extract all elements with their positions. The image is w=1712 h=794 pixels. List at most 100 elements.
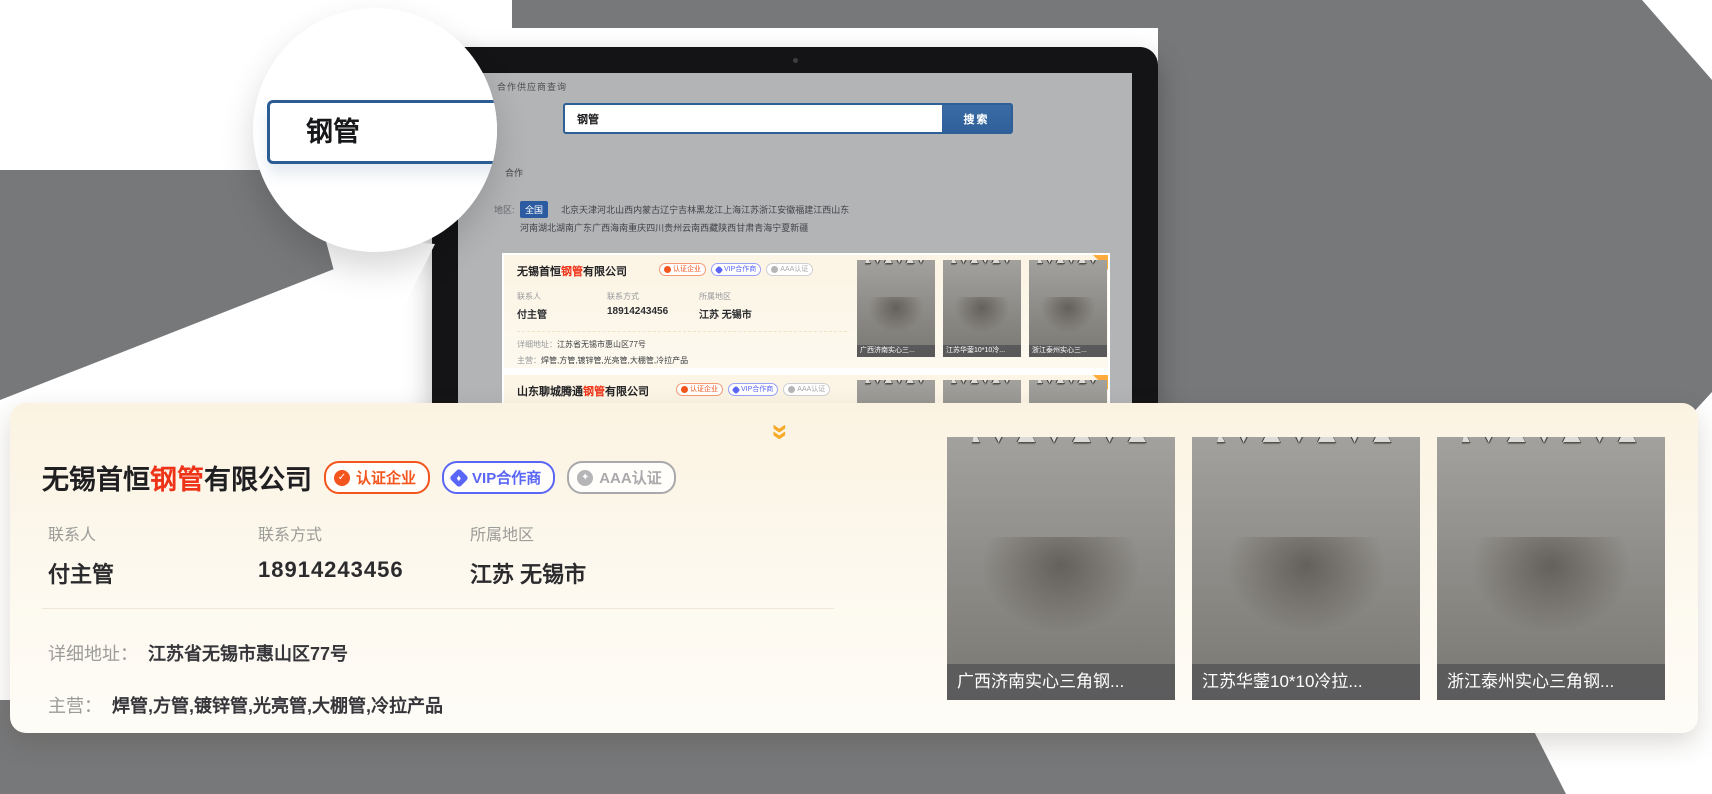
- main-products-line: 主营：焊管,方管,镀锌管,光亮管,大棚管,冷拉产品: [517, 355, 688, 366]
- address-line: 详细地址：江苏省无锡市惠山区77号: [517, 339, 646, 350]
- region-chip[interactable]: 海南: [610, 223, 628, 233]
- product-photo[interactable]: ▲▼▲▼▲▼▲▼▲▼▲▼▲▼▲▼▲▼▲▼▲▼▲▼▲▼▲▼▲▼▲▼▲▼▲▼▲▼▲▼…: [857, 260, 935, 357]
- region-chip[interactable]: 陕西: [718, 223, 736, 233]
- region-chip[interactable]: 贵州: [664, 223, 682, 233]
- region-field: 所属地区江苏 无锡市: [470, 521, 586, 589]
- divider: [517, 331, 847, 332]
- region-chip[interactable]: 天津: [579, 205, 597, 215]
- product-thumbs: ▲▼▲▼▲▼▲▼▲▼▲▼▲▼▲▼▲▼▲▼▲▼▲▼▲▼▲▼▲▼▲▼▲▼▲▼▲▼▲▼…: [857, 260, 1107, 357]
- vip-partner-badge: VIP合作商: [728, 383, 778, 396]
- webcam-dot: [793, 58, 798, 63]
- magnified-search-value: 钢管: [270, 103, 497, 161]
- product-photos: ▲▼▲▼▲▼▲▼▲▼▲▼▲▼▲▼▲▼▲▼▲▼▲▼▲▼▲▼▲▼▲▼▲▼▲▼▲▼▲▼…: [947, 437, 1665, 700]
- region-chip[interactable]: 湖南: [556, 223, 574, 233]
- medal-icon: [788, 386, 795, 393]
- steel-pipes-art: ▲▼▲▼▲▼▲▼▲▼▲▼▲▼▲▼▲▼▲▼▲▼▲▼▲▼▲▼▲▼▲▼▲▼▲▼▲▼▲▼…: [860, 260, 932, 309]
- partial-tab-label: 合作: [505, 166, 523, 179]
- region-row-1: 全国 北京天津河北山西内蒙古辽宁吉林黑龙江上海江苏浙江安徽福建江西山东: [520, 201, 849, 218]
- product-photo[interactable]: ▲▼▲▼▲▼▲▼▲▼▲▼▲▼▲▼▲▼▲▼▲▼▲▼▲▼▲▼▲▼▲▼▲▼▲▼▲▼▲▼…: [947, 437, 1175, 700]
- region-chip[interactable]: 新疆: [790, 223, 808, 233]
- contact-phone-field: 联系方式18914243456: [607, 291, 668, 317]
- main-products-line: 主营：焊管,方管,镀锌管,光亮管,大棚管,冷拉产品: [48, 692, 443, 718]
- vip-partner-badge: VIP合作商: [711, 263, 761, 276]
- company-name-link[interactable]: 无锡首恒钢管有限公司: [42, 458, 312, 497]
- region-chip[interactable]: 江苏: [741, 205, 759, 215]
- certified-icon: [664, 266, 671, 273]
- region-chips: 河南湖北湖南广东广西海南重庆四川贵州云南西藏陕西甘肃青海宁夏新疆: [520, 221, 808, 234]
- region-chip[interactable]: 青海: [754, 223, 772, 233]
- aaa-cert-badge: AAA认证: [766, 263, 813, 276]
- company-name-link[interactable]: 无锡首恒钢管有限公司: [517, 263, 627, 279]
- magnifier-bubble: 钢管: [253, 8, 497, 252]
- region-chip[interactable]: 山东: [831, 205, 849, 215]
- divider: [42, 608, 834, 609]
- product-photo[interactable]: ▲▼▲▼▲▼▲▼▲▼▲▼▲▼▲▼▲▼▲▼▲▼▲▼▲▼▲▼▲▼▲▼▲▼▲▼▲▼▲▼…: [1029, 260, 1107, 357]
- marketing-composite: 合作供应商查询 搜索 合作 地区: 全国 北京天津河北山西内蒙古辽宁吉林黑龙江上…: [0, 0, 1712, 794]
- aaa-cert-badge: ✦AAA认证: [567, 461, 676, 494]
- keyword-highlight: 钢管: [150, 465, 204, 495]
- keyword-highlight: 钢管: [561, 266, 583, 278]
- result-card-1[interactable]: 无锡首恒钢管有限公司 认证企业 VIP合作商 AAA认证 联系人付主管 联系方式…: [504, 255, 1108, 368]
- search-button[interactable]: 搜索: [942, 105, 1011, 132]
- steel-pipes-art: ▲▼▲▼▲▼▲▼▲▼▲▼▲▼▲▼▲▼▲▼▲▼▲▼▲▼▲▼▲▼▲▼▲▼▲▼▲▼▲▼…: [1032, 260, 1104, 309]
- region-chip[interactable]: 黑龙江: [696, 205, 723, 215]
- region-chips: 北京天津河北山西内蒙古辽宁吉林黑龙江上海江苏浙江安徽福建江西山东: [561, 203, 849, 216]
- medal-icon: [771, 266, 778, 273]
- hero-title-row: 无锡首恒钢管有限公司 ✓认证企业 ♦VIP合作商 ✦AAA认证: [42, 458, 676, 497]
- region-chip[interactable]: 内蒙古: [633, 205, 660, 215]
- region-chip[interactable]: 云南: [682, 223, 700, 233]
- certified-company-badge: 认证企业: [659, 263, 706, 276]
- region-chip[interactable]: 福建: [795, 205, 813, 215]
- steel-pipes-art: ▲▼▲▼▲▼▲▼▲▼▲▼▲▼▲▼▲▼▲▼▲▼▲▼▲▼▲▼▲▼▲▼▲▼▲▼▲▼▲▼…: [956, 437, 1166, 569]
- certified-icon: [681, 386, 688, 393]
- region-chip[interactable]: 重庆: [628, 223, 646, 233]
- contact-phone-field: 联系方式18914243456: [258, 521, 404, 583]
- badge-row: 认证企业 VIP合作商 AAA认证: [659, 263, 813, 276]
- product-photo[interactable]: ▲▼▲▼▲▼▲▼▲▼▲▼▲▼▲▼▲▼▲▼▲▼▲▼▲▼▲▼▲▼▲▼▲▼▲▼▲▼▲▼…: [1192, 437, 1420, 700]
- address-line: 详细地址：江苏省无锡市惠山区77号: [48, 640, 348, 666]
- region-chip[interactable]: 吉林: [678, 205, 696, 215]
- product-photo[interactable]: ▲▼▲▼▲▼▲▼▲▼▲▼▲▼▲▼▲▼▲▼▲▼▲▼▲▼▲▼▲▼▲▼▲▼▲▼▲▼▲▼…: [1437, 437, 1665, 700]
- region-chip[interactable]: 广西: [592, 223, 610, 233]
- steel-pipes-art: ▲▼▲▼▲▼▲▼▲▼▲▼▲▼▲▼▲▼▲▼▲▼▲▼▲▼▲▼▲▼▲▼▲▼▲▼▲▼▲▼…: [1201, 437, 1411, 569]
- region-row-2: 河南湖北湖南广东广西海南重庆四川贵州云南西藏陕西甘肃青海宁夏新疆: [520, 221, 808, 234]
- region-chip[interactable]: 宁夏: [772, 223, 790, 233]
- region-chip[interactable]: 广东: [574, 223, 592, 233]
- laptop-frame: 合作供应商查询 搜索 合作 地区: 全国 北京天津河北山西内蒙古辽宁吉林黑龙江上…: [432, 47, 1158, 437]
- page-title: 合作供应商查询: [497, 80, 567, 93]
- search-bar: 搜索: [563, 103, 1013, 134]
- region-chip[interactable]: 浙江: [759, 205, 777, 215]
- region-chip[interactable]: 安徽: [777, 205, 795, 215]
- region-chip[interactable]: 江西: [813, 205, 831, 215]
- steel-pipes-art: ▲▼▲▼▲▼▲▼▲▼▲▼▲▼▲▼▲▼▲▼▲▼▲▼▲▼▲▼▲▼▲▼▲▼▲▼▲▼▲▼…: [946, 260, 1018, 309]
- aaa-cert-badge: AAA认证: [783, 383, 830, 396]
- region-field: 所属地区江苏 无锡市: [699, 291, 752, 321]
- search-input[interactable]: [565, 105, 942, 132]
- magnified-search-input: 钢管: [267, 100, 497, 164]
- certified-check-icon: ✓: [334, 470, 350, 486]
- region-chip[interactable]: 西藏: [700, 223, 718, 233]
- region-chip[interactable]: 四川: [646, 223, 664, 233]
- region-chip[interactable]: 甘肃: [736, 223, 754, 233]
- region-chip[interactable]: 湖北: [538, 223, 556, 233]
- region-chip[interactable]: 北京: [561, 205, 579, 215]
- gem-icon: [732, 385, 740, 393]
- product-photo[interactable]: ▲▼▲▼▲▼▲▼▲▼▲▼▲▼▲▼▲▼▲▼▲▼▲▼▲▼▲▼▲▼▲▼▲▼▲▼▲▼▲▼…: [943, 260, 1021, 357]
- region-chip[interactable]: 河北: [597, 205, 615, 215]
- gem-icon: ♦: [449, 468, 469, 488]
- region-filter-label: 地区:: [494, 203, 515, 216]
- keyword-highlight: 钢管: [583, 386, 605, 398]
- company-name-link[interactable]: 山东聊城腾通钢管有限公司: [517, 383, 649, 399]
- certified-company-badge: ✓认证企业: [324, 461, 430, 494]
- region-chip-selected[interactable]: 全国: [520, 201, 548, 218]
- contact-person-field: 联系人付主管: [517, 291, 547, 321]
- region-chip[interactable]: 山西: [615, 205, 633, 215]
- gold-chevron-icon: »: [765, 424, 795, 441]
- region-chip[interactable]: 河南: [520, 223, 538, 233]
- badge-row: 认证企业 VIP合作商 AAA认证: [676, 383, 830, 396]
- region-chip[interactable]: 上海: [723, 205, 741, 215]
- vip-partner-badge: ♦VIP合作商: [442, 461, 555, 494]
- region-chip[interactable]: 辽宁: [660, 205, 678, 215]
- laptop-screen: 合作供应商查询 搜索 合作 地区: 全国 北京天津河北山西内蒙古辽宁吉林黑龙江上…: [458, 73, 1132, 437]
- gem-icon: [715, 265, 723, 273]
